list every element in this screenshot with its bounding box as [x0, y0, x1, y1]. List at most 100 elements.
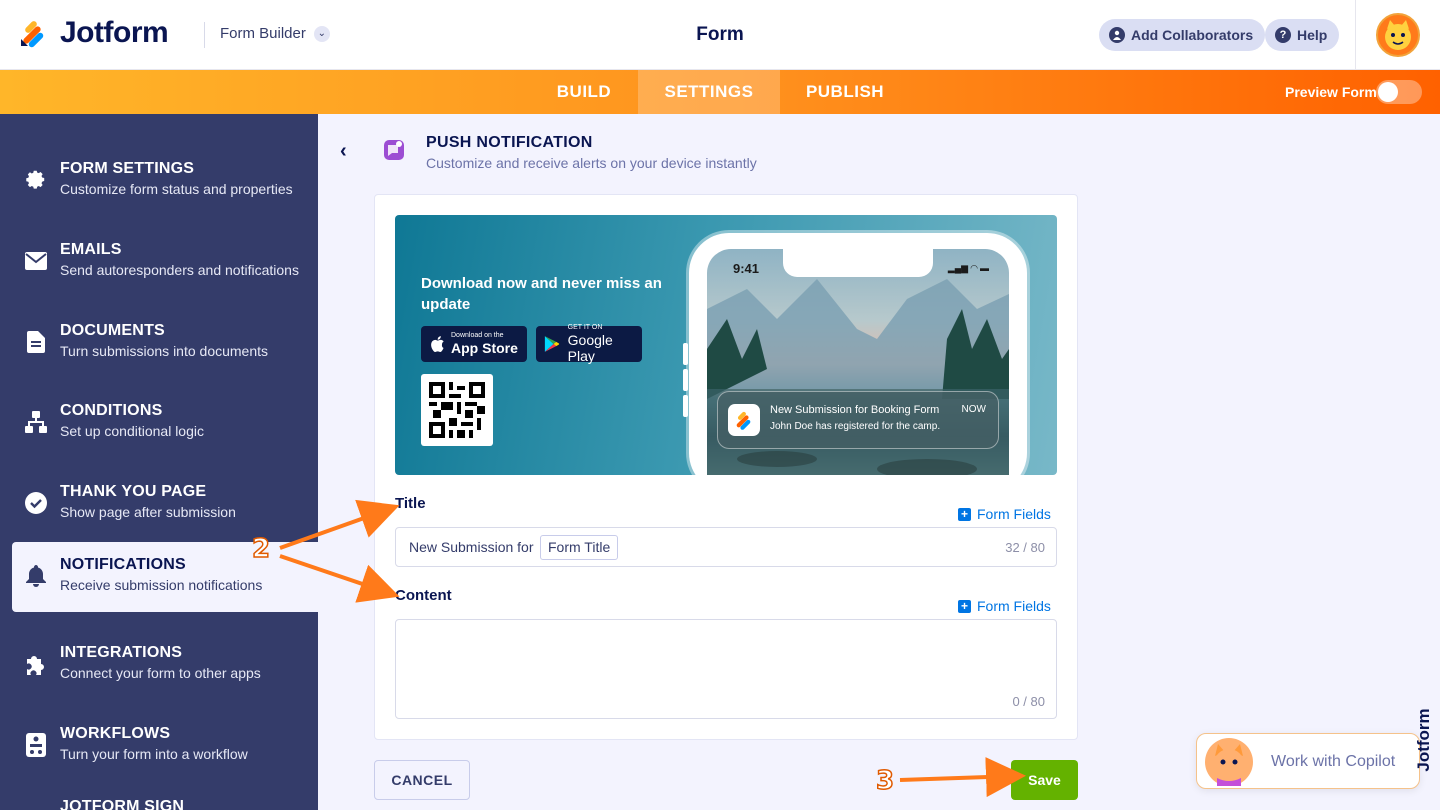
question-icon: ?	[1275, 27, 1291, 43]
arrow-to-save	[899, 757, 1026, 798]
tab-build[interactable]: BUILD	[530, 70, 638, 114]
brand-name: Jotform	[60, 16, 169, 49]
workflow-icon	[24, 733, 48, 757]
step-2-marker: 2	[251, 533, 271, 565]
phone-notch	[783, 249, 933, 277]
sidebar-item-subtitle: Set up conditional logic	[60, 423, 204, 439]
document-icon	[24, 330, 48, 354]
banner-headline: Download now and never miss an update	[421, 275, 662, 313]
sidebar-item-integrations[interactable]: INTEGRATIONS Connect your form to other …	[0, 630, 318, 700]
sidebar-item-title: JOTFORM SIGN	[60, 798, 185, 810]
help-label: Help	[1297, 27, 1328, 43]
sidebar-item-conditions[interactable]: CONDITIONS Set up conditional logic	[0, 388, 318, 458]
jotform-logo-icon	[21, 21, 44, 48]
panel-title: PUSH NOTIFICATION	[426, 134, 593, 151]
chevron-down-icon: ⌄	[313, 25, 330, 42]
google-play-text: Google Play	[567, 332, 613, 364]
app-download-banner: Download now and never miss an update Do…	[395, 215, 1057, 475]
title-form-fields-link[interactable]: + Form Fields	[958, 506, 1051, 522]
sidebar-item-title: DOCUMENTS	[60, 322, 165, 339]
sidebar-item-title: WORKFLOWS	[60, 725, 171, 742]
tab-settings[interactable]: SETTINGS	[638, 70, 780, 114]
form-builder-label: Form Builder	[220, 25, 306, 42]
add-collaborators-button[interactable]: Add Collaborators	[1099, 19, 1266, 51]
sidebar-item-title: EMAILS	[60, 241, 122, 258]
app-store-small-text: Download on the	[451, 332, 504, 339]
phone-side-button	[683, 369, 688, 391]
sidebar-item-notifications[interactable]: NOTIFICATIONS Receive submission notific…	[12, 542, 318, 612]
sidebar-item-title: THANK YOU PAGE	[60, 483, 207, 500]
sidebar-item-subtitle: Send autoresponders and notifications	[60, 262, 299, 278]
sidebar-item-subtitle: Turn your form into a workflow	[60, 746, 248, 762]
content-input[interactable]: 0 / 80	[395, 619, 1057, 719]
phone-side-button	[683, 343, 688, 365]
builder-nav: BUILD SETTINGS PUBLISH Preview Form	[0, 70, 1440, 114]
plus-icon: +	[958, 507, 971, 521]
preview-form-label: Preview Form	[1285, 84, 1377, 100]
sidebar-item-documents[interactable]: DOCUMENTS Turn submissions into document…	[0, 308, 318, 378]
envelope-icon	[24, 249, 48, 273]
jotform-vertical-badge: Jotform	[1410, 690, 1438, 790]
apple-icon	[431, 336, 444, 352]
sidebar-item-subtitle: Turn submissions into documents	[60, 343, 269, 359]
sidebar-item-workflows[interactable]: WORKFLOWS Turn your form into a workflow	[0, 711, 318, 781]
cancel-button[interactable]: CANCEL	[374, 760, 470, 800]
copilot-launcher[interactable]: Work with Copilot	[1196, 733, 1420, 789]
qr-code	[421, 374, 493, 446]
push-notification-icon	[384, 140, 404, 160]
sidebar-item-jotform-sign[interactable]: JOTFORM SIGN	[0, 792, 318, 810]
copilot-label: Work with Copilot	[1271, 753, 1396, 770]
avatar[interactable]	[1376, 13, 1420, 57]
phone-side-button	[683, 395, 688, 417]
sidebar-item-title: FORM SETTINGS	[60, 160, 195, 177]
settings-sidebar: FORM SETTINGS Customize form status and …	[0, 114, 318, 810]
form-fields-label: Form Fields	[977, 506, 1051, 522]
panel-subtitle: Customize and receive alerts on your dev…	[426, 155, 757, 171]
jotform-logo[interactable]: Jotform	[18, 16, 169, 50]
gear-icon	[24, 168, 48, 192]
form-title-tag[interactable]: Form Title	[540, 535, 619, 560]
hierarchy-icon	[24, 410, 48, 434]
sidebar-item-subtitle: Receive submission notifications	[60, 577, 263, 593]
sidebar-item-emails[interactable]: EMAILS Send autoresponders and notificat…	[0, 227, 318, 297]
save-button[interactable]: Save	[1011, 760, 1078, 800]
phone-mockup: 9:41 ▂▄▆ ◠ ▬ New Submission for Booking …	[683, 233, 1027, 475]
add-collaborators-label: Add Collaborators	[1131, 27, 1254, 43]
form-fields-label: Form Fields	[977, 598, 1051, 614]
user-icon	[1109, 27, 1125, 43]
header-divider-right	[1355, 0, 1356, 70]
header-divider	[204, 22, 205, 48]
check-circle-icon	[24, 491, 48, 515]
plus-icon: +	[958, 599, 971, 613]
sidebar-item-thank-you-page[interactable]: THANK YOU PAGE Show page after submissio…	[0, 469, 318, 539]
app-store-button[interactable]: Download on the App Store	[421, 326, 527, 362]
puzzle-icon	[24, 652, 48, 676]
title-prefix-text: New Submission for	[409, 539, 534, 555]
copilot-cat-icon	[1205, 738, 1253, 786]
preview-form-toggle[interactable]	[1376, 80, 1422, 104]
phone-status-icons: ▂▄▆ ◠ ▬	[947, 263, 989, 273]
sample-notification: New Submission for Booking Form NOW John…	[717, 391, 999, 449]
tab-publish[interactable]: PUBLISH	[780, 70, 910, 114]
sidebar-item-subtitle: Show page after submission	[60, 504, 236, 520]
title-label: Title	[395, 495, 426, 512]
notification-title: New Submission for Booking Form	[770, 404, 940, 416]
form-builder-selector[interactable]: Form Builder ⌄	[220, 25, 330, 42]
phone-time: 9:41	[733, 261, 760, 276]
app-store-text: App Store	[451, 340, 518, 356]
vertical-brand-text: Jotform	[1414, 708, 1433, 772]
sidebar-item-form-settings[interactable]: FORM SETTINGS Customize form status and …	[0, 146, 318, 216]
title-char-counter: 32 / 80	[1005, 540, 1045, 555]
notification-time: NOW	[961, 404, 986, 415]
jotform-app-icon	[728, 404, 760, 436]
help-button[interactable]: ? Help	[1265, 19, 1340, 51]
content-form-fields-link[interactable]: + Form Fields	[958, 598, 1051, 614]
back-button[interactable]: ‹	[340, 140, 347, 163]
sidebar-item-subtitle: Connect your form to other apps	[60, 665, 261, 681]
step-3-marker: 3	[875, 765, 895, 797]
toggle-knob	[1378, 82, 1398, 102]
notification-body: John Doe has registered for the camp.	[770, 421, 941, 432]
top-header: Jotform Form Builder ⌄ Form Add Collabor…	[0, 0, 1440, 70]
google-play-button[interactable]: GET IT ON Google Play	[536, 324, 642, 364]
title-input[interactable]: New Submission for Form Title 32 / 80	[395, 527, 1057, 567]
